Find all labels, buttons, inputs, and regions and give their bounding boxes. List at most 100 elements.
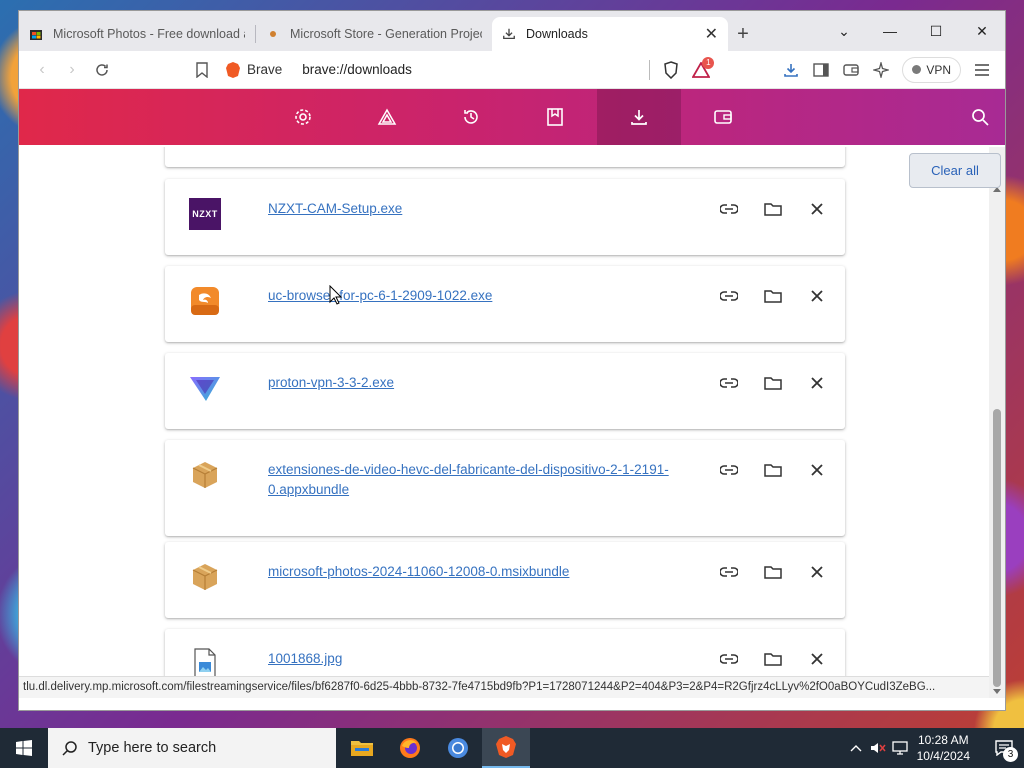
- download-card: uc-browser-for-pc-6-1-2909-1022.exe: [165, 266, 845, 342]
- taskbar-search-box[interactable]: Type here to search: [48, 728, 336, 768]
- chrome-icon: [448, 738, 468, 758]
- copy-link-icon[interactable]: [717, 647, 741, 671]
- show-in-folder-icon[interactable]: [761, 197, 785, 221]
- package-icon: [187, 457, 223, 493]
- download-card: extensiones-de-video-hevc-del-fabricante…: [165, 440, 845, 536]
- brave-settings-navbar: [19, 89, 1005, 145]
- new-tab-button[interactable]: +: [728, 17, 758, 51]
- microsoft-store-icon: [30, 30, 42, 40]
- show-in-folder-icon[interactable]: [761, 458, 785, 482]
- download-card: proton-vpn-3-3-2.exe: [165, 353, 845, 429]
- chrome-app[interactable]: [434, 728, 482, 768]
- mouse-cursor-icon: [329, 285, 343, 305]
- search-placeholder: Type here to search: [88, 740, 217, 756]
- firefox-app[interactable]: [386, 728, 434, 768]
- remove-download-icon[interactable]: [805, 197, 829, 221]
- show-in-folder-icon[interactable]: [761, 284, 785, 308]
- nav-downloads[interactable]: [597, 89, 681, 145]
- tab-strip: Microsoft Photos - Free download a Micro…: [19, 11, 1005, 51]
- scrollbar[interactable]: [989, 147, 1005, 698]
- nav-history[interactable]: [429, 89, 513, 145]
- brave-rewards-icon[interactable]: 1: [686, 55, 716, 85]
- search-settings-button[interactable]: [965, 102, 995, 132]
- copy-link-icon[interactable]: [717, 197, 741, 221]
- vpn-label: VPN: [926, 62, 951, 77]
- forward-icon[interactable]: ›: [57, 55, 87, 85]
- url-text[interactable]: brave://downloads: [302, 62, 412, 77]
- notification-count-badge: 3: [1003, 747, 1018, 762]
- nav-settings[interactable]: [261, 89, 345, 145]
- remove-download-icon[interactable]: [805, 458, 829, 482]
- start-button[interactable]: [0, 728, 48, 768]
- address-bar[interactable]: Brave brave://downloads: [131, 55, 643, 85]
- back-icon[interactable]: ‹: [27, 55, 57, 85]
- bookmark-icon[interactable]: [187, 55, 217, 85]
- settings-icon: [295, 109, 311, 125]
- uc-browser-icon: [187, 283, 223, 319]
- search-icon: [972, 109, 989, 126]
- browser-toolbar: ‹ › Brave brave://downloads 1 VPN: [19, 51, 1005, 89]
- close-tab-icon[interactable]: ✕: [705, 24, 718, 44]
- generation-project-icon: [270, 31, 276, 37]
- show-hidden-icons-chevron-icon[interactable]: [845, 728, 867, 768]
- tab-microsoft-store[interactable]: Microsoft Store - Generation Projec: [256, 17, 492, 51]
- network-icon[interactable]: [889, 728, 911, 768]
- file-link[interactable]: 1001868.jpg: [268, 649, 688, 669]
- window-controls: ⌄ — ☐ ✕: [821, 11, 1005, 51]
- file-link[interactable]: proton-vpn-3-3-2.exe: [268, 373, 688, 393]
- nav-wallet[interactable]: [681, 89, 765, 145]
- wallet-icon: [714, 110, 732, 124]
- brave-shields-icon[interactable]: [656, 55, 686, 85]
- brave-app[interactable]: [482, 728, 530, 768]
- action-center-button[interactable]: 3: [984, 728, 1024, 768]
- remove-download-icon[interactable]: [805, 560, 829, 584]
- firefox-icon: [400, 738, 420, 758]
- show-in-folder-icon[interactable]: [761, 371, 785, 395]
- bookmarks-icon: [547, 108, 563, 126]
- clock[interactable]: 10:28 AM 10/4/2024: [917, 732, 970, 764]
- remove-download-icon[interactable]: [805, 284, 829, 308]
- file-explorer-app[interactable]: [338, 728, 386, 768]
- nav-rewards[interactable]: [345, 89, 429, 145]
- proton-vpn-icon: [187, 370, 223, 406]
- reload-icon[interactable]: [87, 55, 117, 85]
- download-card-partial: [165, 147, 845, 167]
- show-in-folder-icon[interactable]: [761, 560, 785, 584]
- file-link[interactable]: NZXT-CAM-Setup.exe: [268, 199, 688, 219]
- downloads-list[interactable]: NZXT NZXT-CAM-Setup.exe uc-browser-for-p…: [19, 147, 991, 698]
- copy-link-icon[interactable]: [717, 458, 741, 482]
- nav-bookmarks[interactable]: [513, 89, 597, 145]
- copy-link-icon[interactable]: [717, 371, 741, 395]
- maximize-button[interactable]: ☐: [913, 11, 959, 51]
- sidebar-icon[interactable]: [806, 55, 836, 85]
- copy-link-icon[interactable]: [717, 284, 741, 308]
- hamburger-menu-icon[interactable]: [967, 55, 997, 85]
- file-link[interactable]: microsoft-photos-2024-11060-12008-0.msix…: [268, 562, 688, 582]
- clear-all-button[interactable]: Clear all: [909, 153, 1001, 188]
- minimize-button[interactable]: —: [867, 11, 913, 51]
- volume-muted-icon[interactable]: [867, 728, 889, 768]
- scroll-down-arrow-icon[interactable]: [993, 689, 1001, 694]
- file-link[interactable]: extensiones-de-video-hevc-del-fabricante…: [268, 460, 688, 500]
- copy-link-icon[interactable]: [717, 560, 741, 584]
- remove-download-icon[interactable]: [805, 371, 829, 395]
- tab-downloads[interactable]: Downloads ✕: [492, 17, 728, 51]
- scroll-thumb[interactable]: [993, 409, 1001, 687]
- brave-lion-icon: [226, 61, 240, 78]
- nzxt-logo-icon: NZXT: [187, 196, 223, 232]
- history-icon: [464, 110, 478, 124]
- package-icon: [187, 559, 223, 595]
- tab-microsoft-photos[interactable]: Microsoft Photos - Free download a: [19, 17, 255, 51]
- tab-title: Microsoft Photos - Free download a: [53, 27, 245, 41]
- downloads-toolbar-icon[interactable]: [776, 55, 806, 85]
- vpn-button[interactable]: VPN: [902, 56, 961, 83]
- search-icon: [62, 741, 77, 756]
- wallet-icon[interactable]: [836, 55, 866, 85]
- remove-download-icon[interactable]: [805, 647, 829, 671]
- leo-ai-icon[interactable]: [866, 55, 896, 85]
- system-tray: 10:28 AM 10/4/2024 3: [845, 728, 1024, 768]
- tab-search-chevron-icon[interactable]: ⌄: [821, 11, 867, 51]
- close-window-button[interactable]: ✕: [959, 11, 1005, 51]
- show-in-folder-icon[interactable]: [761, 647, 785, 671]
- browser-window: Microsoft Photos - Free download a Micro…: [18, 10, 1006, 711]
